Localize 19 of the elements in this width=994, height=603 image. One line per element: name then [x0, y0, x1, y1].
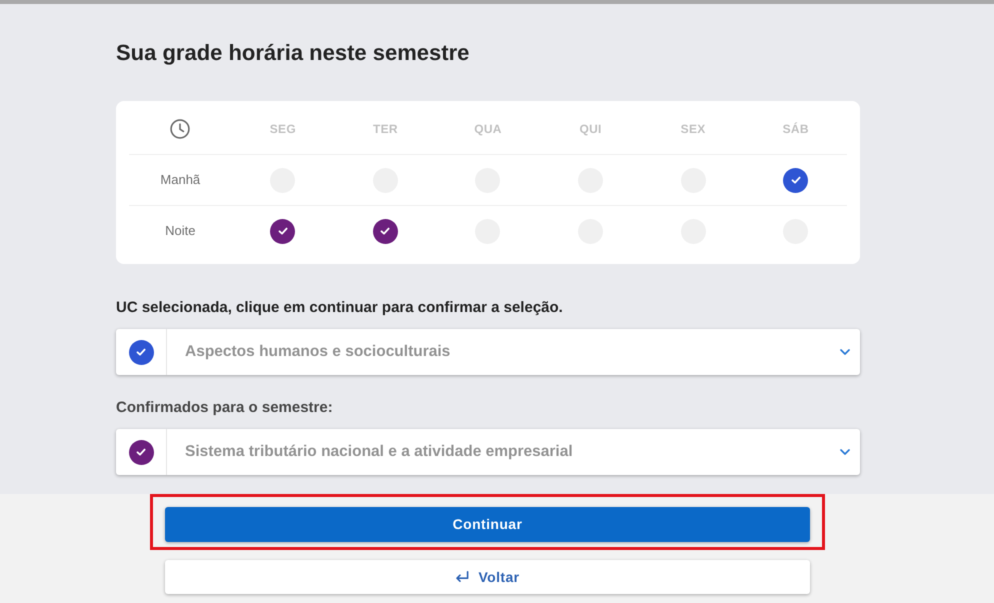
- period-label: Noite: [165, 222, 196, 240]
- day-label: SÁB: [782, 120, 809, 138]
- period-label: Manhã: [160, 171, 200, 190]
- course-dropdown[interactable]: Aspectos humanos e socioculturais: [116, 329, 860, 375]
- day-label: SEG: [270, 120, 296, 138]
- continue-button[interactable]: Continuar: [165, 507, 810, 542]
- section-heading: UC selecionada, clique em continuar para confirmar a seleção.: [116, 298, 564, 318]
- chevron-down-icon: [840, 349, 850, 355]
- back-button[interactable]: Voltar: [165, 560, 810, 594]
- section-heading: Confirmados para o semestre:: [116, 398, 334, 418]
- day-label: QUI: [579, 120, 602, 138]
- day-label: QUA: [474, 120, 502, 138]
- page-title: Sua grade horária neste semestre: [116, 40, 470, 66]
- day-label: SEX: [680, 120, 706, 138]
- day-label: TER: [372, 120, 398, 138]
- chevron-down-icon: [840, 449, 850, 455]
- course-dropdown[interactable]: Sistema tributário nacional e a atividade empresarial: [116, 429, 860, 475]
- return-arrow-icon: [455, 571, 470, 583]
- clock-icon: [170, 118, 190, 138]
